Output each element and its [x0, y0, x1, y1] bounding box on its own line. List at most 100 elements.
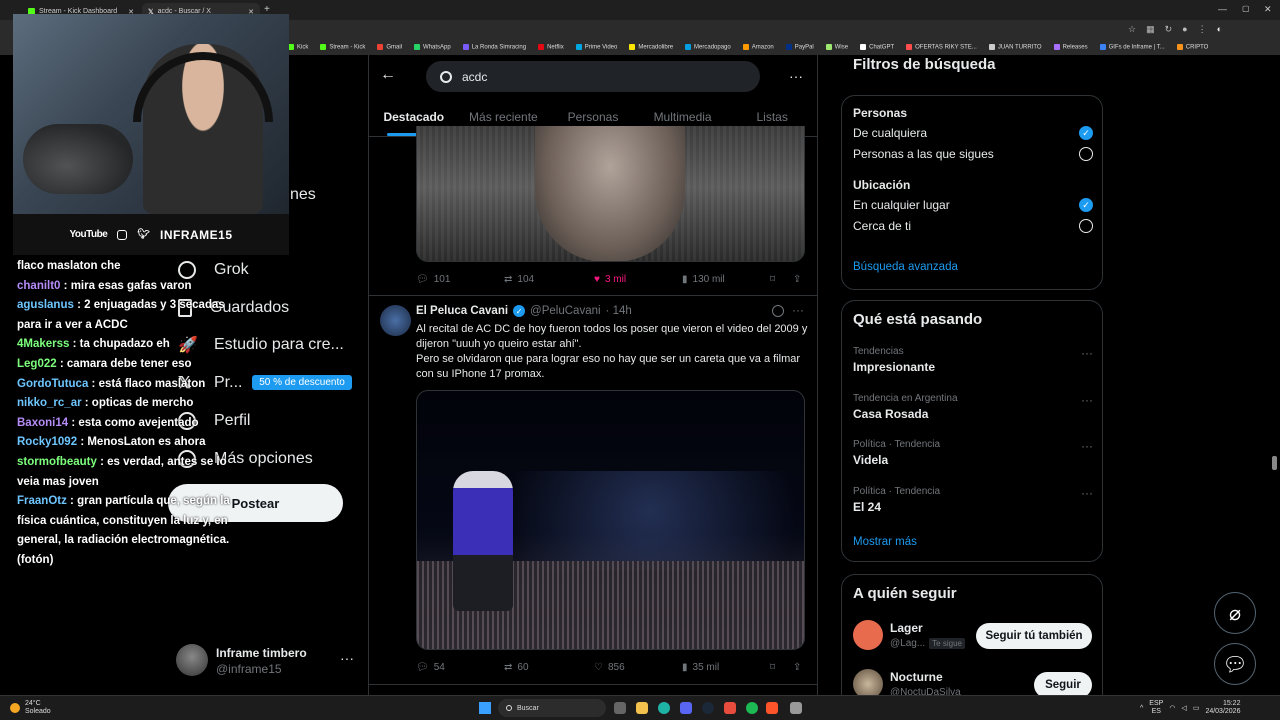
- share-button[interactable]: ⇪: [793, 274, 801, 285]
- menu-icon[interactable]: ⋮: [1198, 24, 1207, 36]
- author-handle[interactable]: @PeluCavani: [530, 305, 601, 317]
- spotify-icon[interactable]: [746, 702, 758, 714]
- tweet-media-selfie[interactable]: [416, 126, 805, 262]
- bookmark-item[interactable]: Prime Video: [575, 44, 617, 51]
- task-view-icon[interactable]: [614, 702, 626, 714]
- filter-option-anywhere[interactable]: En cualquier lugar ✓: [853, 198, 1093, 214]
- filter-option-following[interactable]: Personas a las que sigues: [853, 147, 1093, 163]
- bookmark-item[interactable]: JUAN TURRITO: [988, 44, 1042, 51]
- radio-checked-icon[interactable]: ✓: [1079, 198, 1093, 212]
- reply-button[interactable]: 💬︎ 101: [416, 274, 450, 285]
- taskbar-search[interactable]: Buscar: [498, 699, 606, 717]
- trend-item[interactable]: Tendencia en Argentina Casa Rosada ···: [853, 393, 1093, 421]
- language-region[interactable]: ES: [1149, 708, 1163, 716]
- chat-username[interactable]: 4Makerss: [17, 338, 69, 350]
- search-more-icon[interactable]: ···: [789, 68, 803, 84]
- bookmark-item[interactable]: Stream - Kick: [320, 44, 365, 51]
- language-code[interactable]: ESP: [1149, 700, 1163, 708]
- bookmark-item[interactable]: OFERTAS RIKY STE...: [906, 44, 977, 51]
- trend-item[interactable]: Política · Tendencia Videla ···: [853, 439, 1093, 467]
- bookmark-item[interactable]: Amazon: [742, 44, 774, 51]
- bookmark-item[interactable]: PayPal: [785, 44, 814, 51]
- chat-username[interactable]: Rocky1092: [17, 436, 77, 448]
- bookmark-button[interactable]: ⌑: [770, 662, 775, 673]
- chat-username[interactable]: Baxoni14: [17, 417, 68, 429]
- like-button[interactable]: ♥ 3 mil: [594, 274, 626, 285]
- advanced-search-link[interactable]: Búsqueda avanzada: [853, 261, 958, 273]
- bookmark-item[interactable]: Kick: [288, 44, 308, 51]
- chat-username[interactable]: Leg022: [17, 358, 57, 370]
- refresh-icon[interactable]: ↻: [1165, 24, 1173, 36]
- weather-widget[interactable]: 24°C Soleado: [10, 700, 51, 716]
- file-explorer-icon[interactable]: [636, 702, 648, 714]
- search-input[interactable]: acdc: [426, 61, 760, 92]
- radio-unchecked-icon[interactable]: [1079, 147, 1093, 161]
- bookmark-item[interactable]: Mercadolibre: [629, 44, 673, 51]
- maximize-icon[interactable]: ▢: [1242, 4, 1250, 13]
- star-icon[interactable]: ☆: [1128, 24, 1136, 36]
- share-button[interactable]: ⇪: [793, 662, 801, 673]
- edge-icon[interactable]: [658, 702, 670, 714]
- app-icon[interactable]: [790, 702, 802, 714]
- bookmark-item[interactable]: WhatsApp: [414, 44, 451, 51]
- chat-username[interactable]: FraanOtz: [17, 495, 67, 507]
- chat-username[interactable]: stormofbeauty: [17, 456, 97, 468]
- grok-icon[interactable]: [772, 305, 784, 317]
- account-switcher[interactable]: Inframe timbero @inframe15 ···: [176, 644, 356, 678]
- bookmark-item[interactable]: Releases: [1053, 44, 1088, 51]
- grok-fab[interactable]: ⌀: [1214, 592, 1256, 634]
- chat-username[interactable]: aguslanus: [17, 299, 74, 311]
- more-dots-icon[interactable]: ···: [1081, 393, 1093, 407]
- steam-icon[interactable]: [702, 702, 714, 714]
- follow-name[interactable]: Nocturne: [890, 670, 943, 684]
- avatar[interactable]: [853, 620, 883, 650]
- extensions-icon[interactable]: ▦: [1146, 24, 1155, 36]
- clock-date[interactable]: 24/03/2026: [1205, 708, 1240, 716]
- volume-icon[interactable]: ◁: [1181, 704, 1186, 712]
- bookmark-item[interactable]: La Ronda Simracing: [462, 44, 526, 51]
- back-arrow-icon[interactable]: ←: [380, 66, 396, 84]
- premium-discount-badge[interactable]: 50 % de descuento: [252, 375, 352, 390]
- more-dots-icon[interactable]: ···: [1081, 346, 1093, 360]
- profile-icon[interactable]: ●: [1182, 24, 1187, 36]
- bookmark-button[interactable]: ⌑: [770, 274, 775, 285]
- window-close-icon[interactable]: ✕: [1264, 4, 1272, 15]
- bookmark-item[interactable]: ChatGPT: [860, 44, 894, 51]
- show-more-link[interactable]: Mostrar más: [853, 536, 917, 548]
- discord-icon[interactable]: [680, 702, 692, 714]
- follow-name[interactable]: Lager: [890, 621, 923, 635]
- retweet-button[interactable]: ⇄ 60: [504, 662, 529, 673]
- trend-item[interactable]: Tendencias Impresionante ···: [853, 346, 1093, 374]
- chat-username[interactable]: chanilt0: [17, 280, 60, 292]
- tweet-more-icon[interactable]: ···: [792, 303, 804, 317]
- bookmark-item[interactable]: CRIPTO: [1176, 44, 1208, 51]
- scrollbar-thumb[interactable]: [1272, 456, 1277, 470]
- brave-icon[interactable]: [766, 702, 778, 714]
- views-button[interactable]: ▮ 35 mil: [682, 662, 719, 673]
- trend-item[interactable]: Política · Tendencia El 24 ···: [853, 486, 1093, 514]
- bookmark-item[interactable]: Mercadopago: [685, 44, 731, 51]
- reply-button[interactable]: 💬︎ 54: [416, 662, 445, 673]
- chevron-up-icon[interactable]: ^: [1140, 705, 1143, 712]
- chatgpt-chip-icon[interactable]: ◐: [1217, 24, 1222, 36]
- views-button[interactable]: ▮ 130 mil: [682, 274, 725, 285]
- like-button[interactable]: ♡ 856: [594, 662, 625, 673]
- clock-time[interactable]: 15:22: [1205, 700, 1241, 708]
- messages-fab[interactable]: 💬︎: [1214, 643, 1256, 685]
- start-button[interactable]: [479, 702, 491, 714]
- filter-option-anyone[interactable]: De cualquiera ✓: [853, 126, 1093, 142]
- author-name[interactable]: El Peluca Cavani: [416, 305, 508, 317]
- bookmark-item[interactable]: Wise: [825, 44, 848, 51]
- battery-icon[interactable]: ▭: [1193, 704, 1200, 712]
- chat-username[interactable]: nikko_rc_ar: [17, 397, 82, 409]
- tweet-time[interactable]: · 14h: [606, 305, 632, 317]
- retweet-button[interactable]: ⇄ 104: [504, 274, 534, 285]
- more-dots-icon[interactable]: ···: [340, 650, 354, 666]
- minimize-icon[interactable]: —: [1218, 4, 1227, 14]
- filter-option-near-you[interactable]: Cerca de ti: [853, 219, 1093, 235]
- wifi-icon[interactable]: ◠: [1169, 704, 1175, 712]
- radio-checked-icon[interactable]: ✓: [1079, 126, 1093, 140]
- avatar[interactable]: [380, 305, 411, 336]
- app-icon[interactable]: [724, 702, 736, 714]
- radio-unchecked-icon[interactable]: [1079, 219, 1093, 233]
